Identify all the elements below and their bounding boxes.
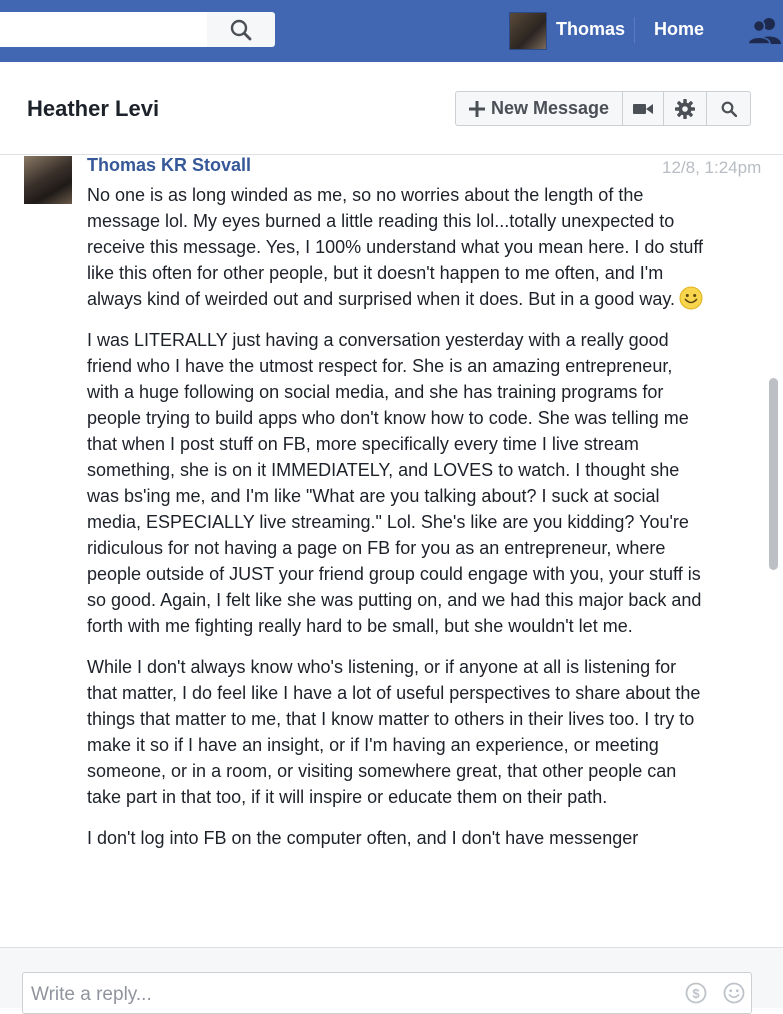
video-call-button[interactable] <box>623 92 664 125</box>
dollar-icon[interactable]: $ <box>685 982 707 1004</box>
emoji-icon[interactable] <box>723 982 745 1004</box>
profile-link[interactable]: Thomas <box>556 19 625 40</box>
search-input[interactable] <box>0 12 207 47</box>
search-button[interactable] <box>207 12 275 47</box>
svg-text:$: $ <box>692 986 700 1001</box>
sender-avatar[interactable] <box>24 156 72 204</box>
message-paragraph: While I don't always know who's listenin… <box>87 657 701 807</box>
new-message-label: New Message <box>490 98 610 118</box>
message-paragraph-text: No one is as long winded as me, so no wo… <box>87 185 704 309</box>
message-timestamp: 12/8, 1:24pm <box>662 158 762 177</box>
search-icon <box>230 19 252 40</box>
conversation-toolbar: New Message <box>455 91 751 126</box>
message-paragraph: No one is as long winded as me, so no wo… <box>87 182 707 312</box>
sender-name[interactable]: Thomas KR Stovall <box>87 155 251 176</box>
search-conversation-button[interactable] <box>707 92 750 125</box>
search-icon <box>721 101 737 117</box>
reply-area: Write a reply... $ <box>0 947 783 1014</box>
message-paragraph: I don't log into FB on the computer ofte… <box>87 828 639 848</box>
gear-icon <box>675 98 695 119</box>
nav-divider <box>634 17 635 43</box>
reply-input[interactable]: Write a reply... $ <box>22 972 752 1014</box>
conversation-header: Heather Levi New Message <box>0 62 783 155</box>
top-nav-bar: Thomas Home <box>0 0 783 63</box>
plus-icon <box>468 100 485 117</box>
conversation-title: Heather Levi <box>27 96 160 121</box>
message-body: No one is as long winded as me, so no wo… <box>87 182 707 866</box>
home-link[interactable]: Home <box>654 19 704 40</box>
smiley-emoji-icon <box>679 286 703 310</box>
video-call-icon <box>633 103 653 114</box>
settings-button[interactable] <box>664 92 707 125</box>
message-paragraph: I was LITERALLY just having a conversati… <box>87 330 702 636</box>
message-thread[interactable]: Thomas KR Stovall 12/8, 1:24pm No one is… <box>0 155 783 947</box>
scrollbar-thumb[interactable] <box>769 378 778 570</box>
user-avatar[interactable] <box>509 12 547 50</box>
reply-placeholder: Write a reply... <box>31 984 152 1005</box>
new-message-button[interactable]: New Message <box>456 92 623 125</box>
friends-icon[interactable] <box>748 16 783 44</box>
